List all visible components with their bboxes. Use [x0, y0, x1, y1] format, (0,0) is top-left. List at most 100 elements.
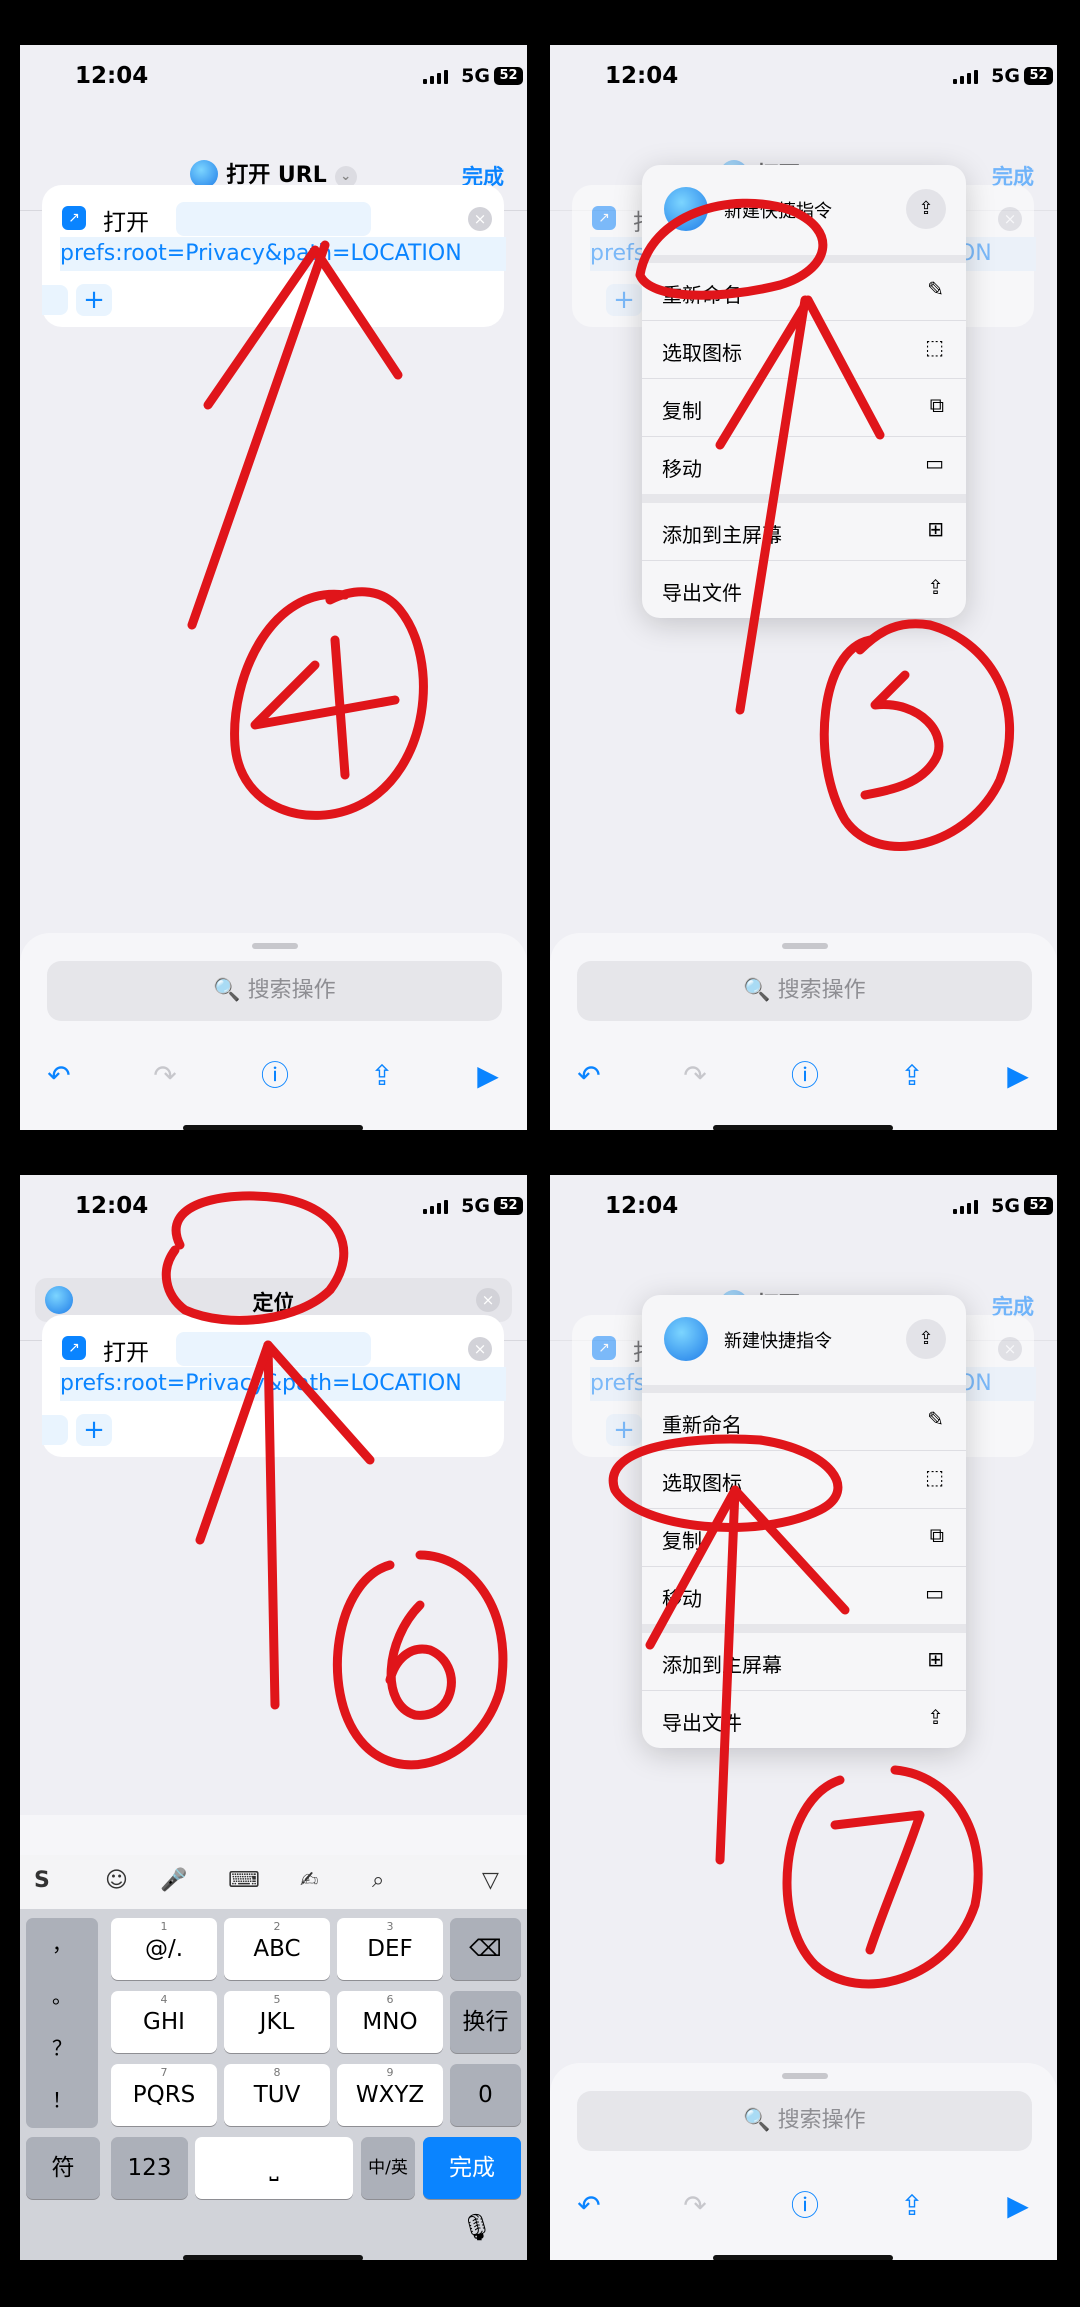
key-number: 8 — [273, 2066, 281, 2079]
share-icon[interactable]: ⇪ — [362, 1056, 402, 1096]
menu-item-label: 移动 — [662, 1587, 702, 1611]
remove-action-icon[interactable]: × — [998, 1337, 1022, 1361]
redo-icon[interactable]: ↷ — [675, 1056, 715, 1096]
collapse-keyboard-icon[interactable]: ▽ — [482, 1868, 499, 1893]
url-token-end — [42, 1415, 68, 1445]
menu-item-rename[interactable]: 重新命名 ✎ — [642, 1393, 966, 1451]
key-number: 5 — [273, 1993, 281, 2006]
url-value[interactable]: prefs:root=Privacy&path=LOCATION — [60, 1367, 506, 1401]
menu-item-duplicate[interactable]: 复制 ⧉ — [642, 1509, 966, 1567]
sogou-logo-icon[interactable]: S — [34, 1868, 50, 1893]
play-icon[interactable]: ▶ — [468, 1056, 508, 1096]
space-key[interactable]: ⎵ — [195, 2137, 353, 2199]
key-8[interactable]: 8 TUV — [224, 2064, 330, 2126]
remove-action-icon[interactable]: × — [998, 207, 1022, 231]
url-variable-token[interactable] — [176, 1332, 371, 1366]
key-7[interactable]: 7 PQRS — [111, 2064, 217, 2126]
key-number: 9 — [386, 2066, 394, 2079]
menu-item-move[interactable]: 移动 ▭ — [642, 1567, 966, 1633]
remove-action-icon[interactable]: × — [468, 1337, 492, 1361]
menu-item-export[interactable]: 导出文件 ⇪ — [642, 561, 966, 618]
menu-item-duplicate[interactable]: 复制 ⧉ — [642, 379, 966, 437]
status-bar: 12:04 5G 52 — [20, 45, 527, 115]
share-icon[interactable]: ⇪ — [906, 1319, 946, 1359]
status-bar: 12:04 5G 52 — [550, 45, 1057, 115]
menu-item-label: 复制 — [662, 1529, 702, 1553]
backspace-key[interactable]: ⌫ — [450, 1918, 521, 1980]
emoji-icon[interactable]: ☺ — [105, 1868, 128, 1893]
screenshot-step-5: 12:04 5G 52 打开 URL⌄ 完成 ↗ 打开 × prefs:root… — [550, 45, 1057, 1130]
menu-item-move[interactable]: 移动 ▭ — [642, 437, 966, 503]
zero-key[interactable]: 0 — [450, 2064, 521, 2126]
sheet-grabber[interactable] — [782, 2073, 828, 2079]
microphone-icon[interactable]: 🎤 — [160, 1868, 187, 1893]
menu-item-label: 选取图标 — [662, 341, 742, 365]
open-url-action-icon: ↗ — [62, 1336, 86, 1360]
key-9[interactable]: 9 WXYZ — [337, 2064, 443, 2126]
info-icon[interactable]: ⓘ — [785, 1056, 825, 1096]
undo-icon[interactable]: ↶ — [39, 1056, 79, 1096]
language-key[interactable]: 中/英 — [361, 2137, 415, 2199]
open-url-action-card[interactable]: ↗ 打开 × prefs:root=Privacy&path=LOCATION … — [42, 185, 506, 327]
search-actions-field[interactable]: 🔍 搜索操作 — [47, 961, 502, 1021]
add-param-button[interactable]: + — [76, 284, 112, 316]
safari-icon — [664, 187, 708, 231]
keyboard-icon[interactable]: ⌨ — [228, 1868, 260, 1893]
share-icon[interactable]: ⇪ — [892, 1056, 932, 1096]
share-icon[interactable]: ⇪ — [906, 189, 946, 229]
actions-sheet: 🔍 搜索操作 ↶ ↷ ⓘ ⇪ ▶ — [550, 2063, 1057, 2260]
newline-key[interactable]: 换行 — [450, 1991, 521, 2053]
menu-item-add-to-home[interactable]: 添加到主屏幕 ⊞ — [642, 1633, 966, 1691]
battery-icon: 52 — [1024, 1197, 1053, 1215]
dictation-icon[interactable]: 🎙 — [460, 2213, 493, 2243]
play-icon[interactable]: ▶ — [998, 2186, 1038, 2226]
action-title: 打开 — [103, 210, 149, 236]
menu-item-choose-icon[interactable]: 选取图标 ⬚ — [642, 1451, 966, 1509]
handwriting-icon[interactable]: ✍ — [300, 1868, 318, 1893]
screenshot-step-4: 12:04 5G 52 打开 URL ⌄ 完成 ↗ 打开 × prefs:root… — [20, 45, 527, 1130]
menu-item-choose-icon[interactable]: 选取图标 ⬚ — [642, 321, 966, 379]
shortcut-context-menu: 新建快捷指令 ⇪ 重新命名 ✎ 选取图标 ⬚ 复制 ⧉ 移动 ▭ 添加到主屏幕 ⊞ 导出文… — [642, 165, 966, 618]
key-comma[interactable]: ， — [26, 1918, 98, 1970]
signal-icon — [953, 70, 979, 84]
menu-item-add-to-home[interactable]: 添加到主屏幕 ⊞ — [642, 503, 966, 561]
sheet-grabber[interactable] — [782, 943, 828, 949]
actions-sheet: 🔍 搜索操作 ↶ ↷ ⓘ ⇪ ▶ — [550, 933, 1057, 1130]
redo-icon[interactable]: ↷ — [675, 2186, 715, 2226]
info-icon[interactable]: ⓘ — [255, 1056, 295, 1096]
open-url-action-card[interactable]: ↗ 打开 × prefs:root=Privacy&path=LOCATION … — [42, 1315, 506, 1457]
menu-item-export[interactable]: 导出文件 ⇪ — [642, 1691, 966, 1748]
signal-icon — [423, 1200, 449, 1214]
search-icon[interactable]: ⌕ — [372, 1868, 384, 1893]
search-actions-field[interactable]: 🔍 搜索操作 — [577, 961, 1032, 1021]
menu-item-label: 重新命名 — [662, 1413, 742, 1437]
symbol-key[interactable]: 符 — [26, 2137, 100, 2199]
add-param-button[interactable]: + — [606, 284, 642, 316]
redo-icon[interactable]: ↷ — [145, 1056, 185, 1096]
remove-action-icon[interactable]: × — [468, 207, 492, 231]
add-param-button[interactable]: + — [76, 1414, 112, 1446]
keyboard-done-key[interactable]: 完成 — [423, 2137, 521, 2199]
key-question[interactable]: ？ — [26, 2022, 98, 2074]
key-period[interactable]: 。 — [26, 1970, 98, 2022]
search-actions-field[interactable]: 🔍 搜索操作 — [577, 2091, 1032, 2151]
status-bar: 12:04 5G 52 — [20, 1175, 527, 1245]
info-icon[interactable]: ⓘ — [785, 2186, 825, 2226]
open-url-action-icon: ↗ — [592, 206, 616, 230]
punctuation-column[interactable]: ， 。 ？ ！ — [26, 1918, 98, 2128]
clear-text-icon[interactable]: × — [476, 1288, 500, 1312]
key-exclaim[interactable]: ！ — [26, 2074, 98, 2126]
add-param-button[interactable]: + — [606, 1414, 642, 1446]
url-variable-token[interactable] — [176, 202, 371, 236]
export-icon: ⇪ — [927, 575, 944, 599]
sheet-grabber[interactable] — [252, 943, 298, 949]
play-icon[interactable]: ▶ — [998, 1056, 1038, 1096]
key-number: 1 — [160, 1920, 168, 1933]
menu-item-rename[interactable]: 重新命名 ✎ — [642, 263, 966, 321]
url-value[interactable]: prefs:root=Privacy&path=LOCATION — [60, 237, 506, 271]
share-icon[interactable]: ⇪ — [892, 2186, 932, 2226]
number-key[interactable]: 123 — [111, 2137, 188, 2199]
undo-icon[interactable]: ↶ — [569, 1056, 609, 1096]
undo-icon[interactable]: ↶ — [569, 2186, 609, 2226]
pencil-icon: ✎ — [927, 277, 944, 301]
